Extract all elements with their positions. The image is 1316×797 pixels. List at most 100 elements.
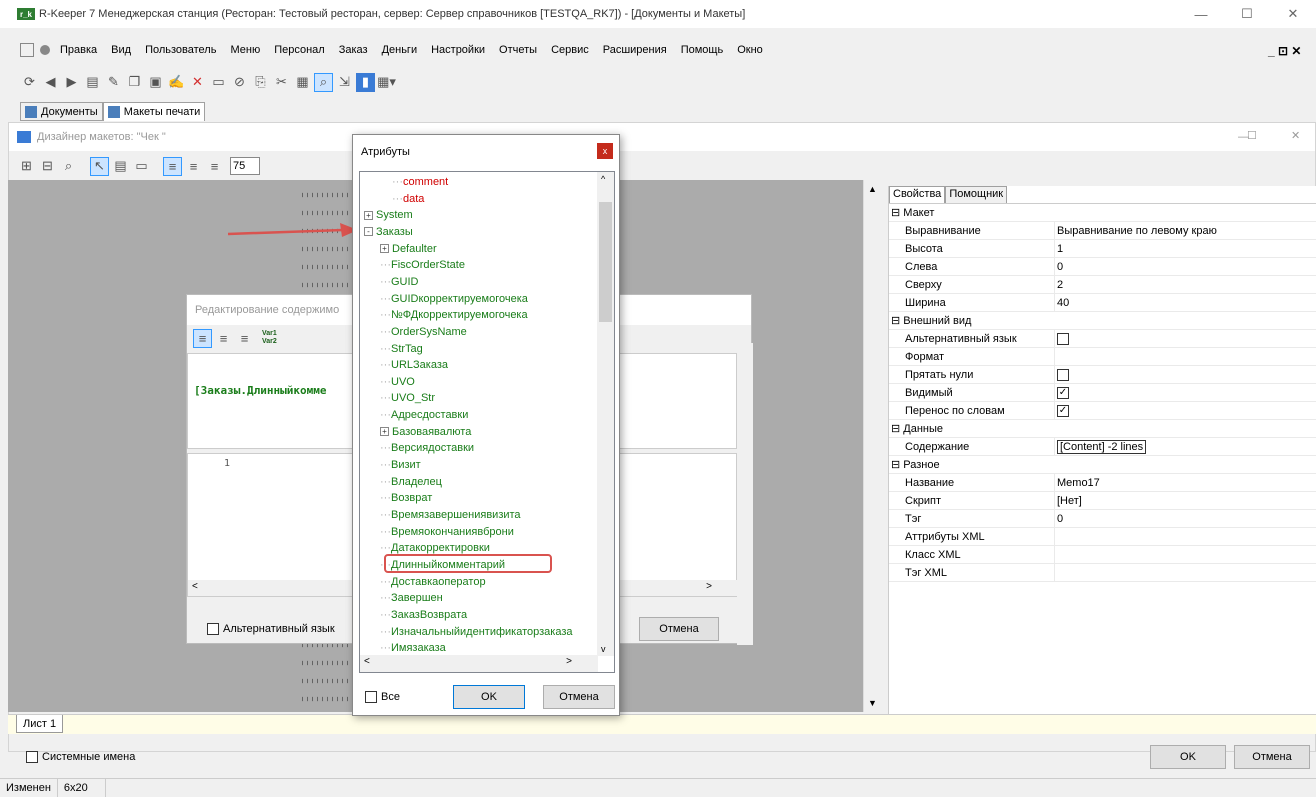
property-row[interactable]: Прятать нули <box>889 365 1316 384</box>
tree-item[interactable]: ··· OrderSysName <box>380 324 467 340</box>
property-row[interactable]: Слева 0 <box>889 257 1316 276</box>
tree-item[interactable]: ··· UVO <box>380 374 415 390</box>
property-value[interactable] <box>1054 420 1316 438</box>
property-value[interactable]: ✓ <box>1054 401 1316 420</box>
expand-icon[interactable]: + <box>380 244 389 254</box>
property-value[interactable] <box>1054 329 1316 348</box>
menu-item-8[interactable]: Отчеты <box>499 44 537 56</box>
property-value[interactable] <box>1054 204 1316 222</box>
property-checkbox[interactable] <box>1057 332 1069 345</box>
tree-item[interactable]: ··· Завершен <box>380 590 443 606</box>
add-band-icon[interactable]: ⊞ <box>17 157 36 176</box>
property-row[interactable]: Тэг 0 <box>889 509 1316 528</box>
property-row[interactable]: Перенос по словам ✓ <box>889 401 1316 420</box>
property-row[interactable]: Тэг XML <box>889 563 1316 582</box>
property-value[interactable] <box>1054 347 1316 366</box>
memo-icon[interactable]: ▤ <box>111 157 130 176</box>
property-value[interactable] <box>1054 527 1316 546</box>
edit-cancel-button[interactable]: Отмена <box>639 617 719 641</box>
property-row[interactable]: Формат <box>889 347 1316 366</box>
grid-icon[interactable] <box>20 43 34 57</box>
designer-close-icon[interactable]: ✕ <box>1291 129 1300 142</box>
attributes-ok-button[interactable]: OK <box>453 685 525 709</box>
copy-icon[interactable]: ⎘ <box>251 73 270 92</box>
property-value[interactable] <box>1054 312 1316 330</box>
table-dropdown-icon[interactable]: ▦▾ <box>377 73 396 92</box>
cancel-icon[interactable]: ⊘ <box>230 73 249 92</box>
collapse-icon[interactable]: - <box>364 227 373 237</box>
property-checkbox[interactable] <box>1057 368 1069 381</box>
paste-icon[interactable]: ▦ <box>293 73 312 92</box>
menu-item-6[interactable]: Деньги <box>382 44 418 56</box>
menu-item-0[interactable]: Правка <box>60 44 97 56</box>
tab-print-layouts[interactable]: Макеты печати <box>102 102 206 121</box>
menu-item-9[interactable]: Сервис <box>551 44 589 56</box>
tree-item[interactable]: ··· GUIDкорректируемогочека <box>380 291 528 307</box>
property-value[interactable]: 0 <box>1054 509 1316 528</box>
property-value[interactable]: Выравнивание по левому краю <box>1054 221 1316 240</box>
preview-icon[interactable]: ⌕ <box>59 157 78 176</box>
menu-item-5[interactable]: Заказ <box>339 44 368 56</box>
designer-maximize-icon[interactable]: ☐ <box>1247 129 1257 142</box>
property-value[interactable] <box>1054 563 1316 582</box>
scroll-up-icon[interactable]: ▲ <box>868 184 877 194</box>
property-row[interactable]: Содержание [Content] -2 lines <box>889 437 1316 456</box>
property-row[interactable]: Видимый ✓ <box>889 383 1316 402</box>
menu-item-10[interactable]: Расширения <box>603 44 667 56</box>
copy-doc-icon[interactable]: ❐ <box>125 73 144 92</box>
property-value[interactable]: 0 <box>1054 257 1316 276</box>
tree-item[interactable]: ··· FiscOrderState <box>380 257 465 273</box>
tree-item[interactable]: + Defaulter <box>380 241 437 257</box>
property-value[interactable]: Memo17 <box>1054 473 1316 492</box>
collapse-icon[interactable]: ⊟ <box>891 423 903 435</box>
insert-variable-button[interactable]: Var1 Var2 <box>262 330 284 346</box>
all-checkbox[interactable] <box>365 691 377 703</box>
tree-item[interactable]: + System <box>364 207 413 223</box>
expand-icon[interactable]: + <box>364 210 373 220</box>
property-group[interactable]: ⊟ Данные <box>889 420 1316 438</box>
system-names-checkbox[interactable] <box>26 751 38 763</box>
align-left-icon[interactable]: ≡ <box>163 156 182 176</box>
tree-item[interactable]: ··· data <box>392 191 424 207</box>
close-icon[interactable]: ✕ <box>1270 0 1316 28</box>
refresh-icon[interactable]: ⟳ <box>20 73 39 92</box>
property-row[interactable]: Ширина 40 <box>889 293 1316 312</box>
collapse-icon[interactable]: ⊟ <box>891 315 903 327</box>
menu-item-12[interactable]: Окно <box>737 44 763 56</box>
minimize-icon[interactable]: — <box>1178 0 1224 28</box>
attributes-tree[interactable]: ··· Имязаказа ··· Изначальныйидентификато… <box>359 171 615 673</box>
tree-item[interactable]: ··· Доставкаоператор <box>380 574 486 590</box>
tree-item[interactable]: ··· Изначальныйидентификаторзаказа <box>380 624 572 640</box>
save-icon[interactable]: ▭ <box>209 73 228 92</box>
menu-item-1[interactable]: Вид <box>111 44 131 56</box>
attributes-close-button[interactable]: x <box>597 143 613 159</box>
property-value[interactable]: 40 <box>1054 293 1316 312</box>
tree-item[interactable]: - Заказы <box>364 224 413 240</box>
tab-documents[interactable]: Документы <box>20 102 103 121</box>
doc-icon[interactable]: ▤ <box>83 73 102 92</box>
maximize-icon[interactable]: ☐ <box>1224 0 1270 28</box>
property-value[interactable] <box>1054 456 1316 474</box>
property-value[interactable]: [Нет] <box>1054 491 1316 510</box>
canvas-scrollbar[interactable]: ▲ ▼ <box>863 180 880 712</box>
cancel-button[interactable]: Отмена <box>1234 745 1310 769</box>
align-center-icon[interactable]: ≡ <box>184 157 203 176</box>
menu-item-3[interactable]: Меню <box>230 44 260 56</box>
tab-properties[interactable]: Свойства <box>889 186 946 203</box>
add-band2-icon[interactable]: ⊟ <box>38 157 57 176</box>
property-row[interactable]: Сверху 2 <box>889 275 1316 294</box>
tree-item[interactable]: ··· Владелец <box>380 474 442 490</box>
find-icon[interactable]: ⌕ <box>314 72 333 92</box>
tree-item[interactable]: ··· Возврат <box>380 490 432 506</box>
tree-scroll-right-icon[interactable]: > <box>566 656 572 667</box>
property-value[interactable]: ✓ <box>1054 383 1316 402</box>
edit-align-left-icon[interactable]: ≡ <box>193 328 212 348</box>
zoom-input[interactable]: 75 <box>230 157 260 175</box>
expand-icon[interactable]: + <box>380 427 389 437</box>
write-icon[interactable]: ✍ <box>167 73 186 92</box>
tree-item[interactable]: ··· Времяокончаниявброни <box>380 524 514 540</box>
cut-icon[interactable]: ✂ <box>272 73 291 92</box>
edit-align-right-icon[interactable]: ≡ <box>235 329 254 348</box>
tree-item[interactable]: ··· Имязаказа <box>380 640 446 656</box>
tree-item[interactable]: ··· StrTag <box>380 341 423 357</box>
